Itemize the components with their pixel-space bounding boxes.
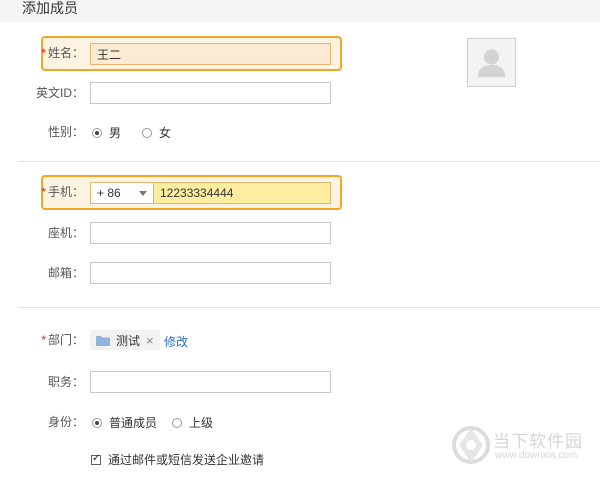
- mobile-input[interactable]: [154, 183, 330, 203]
- landline-input[interactable]: [91, 223, 330, 243]
- name-input[interactable]: [91, 44, 330, 64]
- watermark: 当下软件园 www.downxia.com: [451, 423, 591, 469]
- person-silhouette-icon: [478, 49, 505, 77]
- radio-unselected-icon[interactable]: [172, 417, 182, 428]
- position-input[interactable]: [91, 372, 330, 392]
- edit-department-link[interactable]: 修改: [164, 333, 188, 350]
- page-title: 添加成员: [22, 0, 78, 16]
- section-divider: [18, 307, 600, 308]
- required-mark: *: [41, 333, 46, 347]
- email-field[interactable]: [90, 262, 331, 284]
- section-divider: [18, 161, 600, 162]
- identity-option-superior[interactable]: 上级: [172, 414, 213, 431]
- folder-icon: [96, 335, 110, 346]
- landline-field[interactable]: [90, 222, 331, 244]
- english-id-label: 英文ID：: [35, 86, 84, 100]
- invite-checkbox-row[interactable]: 通过邮件或短信发送企业邀请: [91, 451, 264, 468]
- header-bar: [0, 0, 600, 22]
- avatar-upload[interactable]: [467, 38, 516, 87]
- department-tag: 测试 ×: [90, 330, 160, 350]
- invite-checkbox-label: 通过邮件或短信发送企业邀请: [108, 453, 265, 467]
- gender-option-female[interactable]: 女: [142, 124, 171, 141]
- identity-option-member[interactable]: 普通成员: [92, 414, 157, 431]
- gender-label: 性别：: [47, 125, 84, 139]
- mobile-field[interactable]: [154, 182, 331, 204]
- invite-checkbox[interactable]: [91, 453, 101, 465]
- watermark-brand: 当下软件园: [493, 432, 583, 451]
- radio-selected-icon[interactable]: [92, 417, 102, 428]
- english-id-field[interactable]: [90, 82, 331, 104]
- email-label: 邮箱：: [47, 266, 84, 280]
- required-mark: *: [41, 46, 46, 60]
- remove-tag-icon[interactable]: ×: [146, 333, 154, 348]
- radio-unselected-icon[interactable]: [142, 127, 152, 138]
- name-label: * 姓名：: [41, 46, 84, 60]
- english-id-input[interactable]: [91, 83, 330, 103]
- landline-label: 座机：: [47, 226, 84, 240]
- dropdown-arrow-icon: [139, 190, 147, 196]
- position-field[interactable]: [90, 371, 331, 393]
- watermark-url: www.downxia.com: [495, 450, 578, 461]
- required-mark: *: [41, 185, 46, 199]
- radio-selected-icon[interactable]: [92, 127, 102, 138]
- identity-label: 身份：: [47, 415, 84, 429]
- position-label: 职务：: [47, 375, 84, 389]
- country-code-value: + 86: [97, 186, 121, 200]
- mobile-label: * 手机：: [41, 185, 84, 199]
- department-tag-label: 测试: [116, 333, 141, 348]
- gender-option-male[interactable]: 男: [92, 124, 121, 141]
- email-input[interactable]: [91, 263, 330, 283]
- name-field[interactable]: [90, 43, 331, 65]
- country-code-select[interactable]: + 86: [90, 182, 154, 204]
- department-label: * 部门：: [41, 333, 84, 347]
- watermark-logo-icon: [452, 426, 490, 464]
